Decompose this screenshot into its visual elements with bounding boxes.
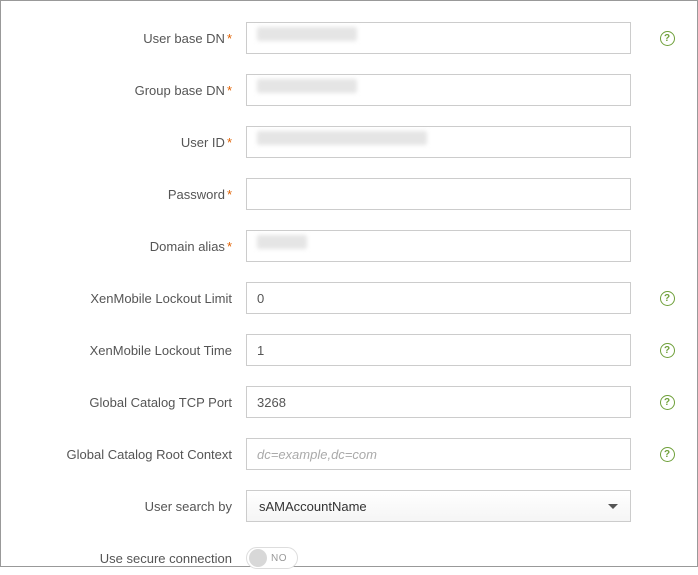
- label-text: Use secure connection: [100, 551, 232, 566]
- label-lockout-limit: XenMobile Lockout Limit: [16, 291, 246, 306]
- row-secure-connection: Use secure connection NO: [16, 541, 682, 575]
- row-password: Password*: [16, 177, 682, 211]
- required-marker: *: [227, 187, 232, 202]
- label-domain-alias: Domain alias*: [16, 239, 246, 254]
- required-marker: *: [227, 239, 232, 254]
- help-icon[interactable]: ?: [660, 31, 675, 46]
- redacted-value: [257, 235, 307, 249]
- row-catalog-root: Global Catalog Root Context ?: [16, 437, 682, 471]
- row-user-id: User ID*: [16, 125, 682, 159]
- help-icon[interactable]: ?: [660, 447, 675, 462]
- label-text: Password: [168, 187, 225, 202]
- select-user-search-by[interactable]: sAMAccountName: [246, 490, 631, 522]
- required-marker: *: [227, 83, 232, 98]
- label-text: Group base DN: [135, 83, 225, 98]
- row-lockout-limit: XenMobile Lockout Limit ?: [16, 281, 682, 315]
- label-secure-connection: Use secure connection: [16, 551, 246, 566]
- help-icon[interactable]: ?: [660, 395, 675, 410]
- redacted-value: [257, 131, 427, 145]
- label-text: Global Catalog Root Context: [67, 447, 232, 462]
- toggle-knob: [249, 549, 267, 567]
- label-text: Global Catalog TCP Port: [89, 395, 232, 410]
- label-text: XenMobile Lockout Limit: [90, 291, 232, 306]
- input-password[interactable]: [246, 178, 631, 210]
- input-catalog-port[interactable]: [246, 386, 631, 418]
- redacted-value: [257, 79, 357, 93]
- input-catalog-root[interactable]: [246, 438, 631, 470]
- label-text: XenMobile Lockout Time: [90, 343, 232, 358]
- label-text: User base DN: [143, 31, 225, 46]
- label-user-search-by: User search by: [16, 499, 246, 514]
- label-password: Password*: [16, 187, 246, 202]
- input-user-id[interactable]: [246, 126, 631, 158]
- toggle-secure-connection[interactable]: NO: [246, 547, 298, 569]
- row-user-base-dn: User base DN* ?: [16, 21, 682, 55]
- label-text: User search by: [145, 499, 232, 514]
- label-group-base-dn: Group base DN*: [16, 83, 246, 98]
- label-lockout-time: XenMobile Lockout Time: [16, 343, 246, 358]
- row-lockout-time: XenMobile Lockout Time ?: [16, 333, 682, 367]
- row-user-search-by: User search by sAMAccountName: [16, 489, 682, 523]
- label-user-id: User ID*: [16, 135, 246, 150]
- select-value: sAMAccountName: [259, 499, 367, 514]
- label-text: Domain alias: [150, 239, 225, 254]
- row-group-base-dn: Group base DN*: [16, 73, 682, 107]
- row-catalog-port: Global Catalog TCP Port ?: [16, 385, 682, 419]
- chevron-down-icon: [608, 504, 618, 509]
- required-marker: *: [227, 135, 232, 150]
- label-catalog-port: Global Catalog TCP Port: [16, 395, 246, 410]
- row-domain-alias: Domain alias*: [16, 229, 682, 263]
- input-user-base-dn[interactable]: [246, 22, 631, 54]
- label-catalog-root: Global Catalog Root Context: [16, 447, 246, 462]
- required-marker: *: [227, 31, 232, 46]
- label-user-base-dn: User base DN*: [16, 31, 246, 46]
- help-icon[interactable]: ?: [660, 343, 675, 358]
- redacted-value: [257, 27, 357, 41]
- input-group-base-dn[interactable]: [246, 74, 631, 106]
- help-icon[interactable]: ?: [660, 291, 675, 306]
- input-lockout-time[interactable]: [246, 334, 631, 366]
- label-text: User ID: [181, 135, 225, 150]
- input-lockout-limit[interactable]: [246, 282, 631, 314]
- toggle-state-label: NO: [271, 553, 287, 564]
- input-domain-alias[interactable]: [246, 230, 631, 262]
